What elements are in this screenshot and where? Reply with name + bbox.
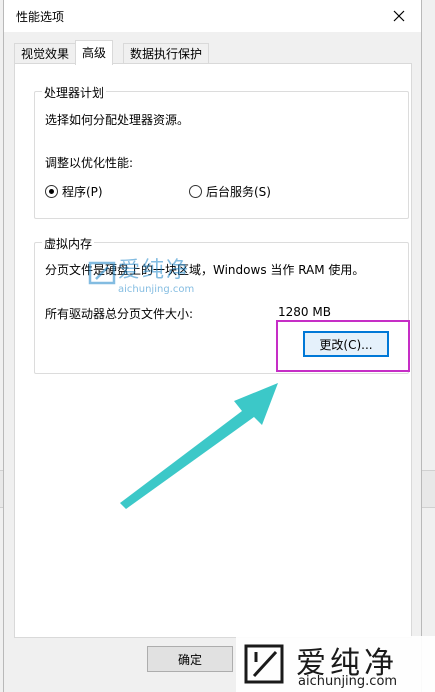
processor-description: 选择如何分配处理器资源。 bbox=[45, 113, 190, 127]
radio-label: 后台服务(S) bbox=[206, 185, 271, 199]
watermark-cn: 爱纯净 bbox=[118, 258, 191, 283]
processor-scheduling-group: 处理器计划 选择如何分配处理器资源。 调整以优化性能: 程序(P) 后台服务(S… bbox=[34, 84, 409, 219]
group-title: 处理器计划 bbox=[42, 84, 107, 101]
titlebar: 性能选项 bbox=[4, 0, 421, 32]
total-paging-label: 所有驱动器总分页文件大小: bbox=[45, 307, 194, 321]
tab-label: 高级 bbox=[82, 46, 107, 60]
watermark-corner: 爱纯净 aichunjing.com bbox=[236, 636, 435, 692]
watermark-logo-icon bbox=[244, 644, 284, 684]
ok-button[interactable]: 确定 bbox=[147, 646, 233, 672]
watermark-text-block: 爱纯净 aichunjing.com bbox=[118, 252, 194, 295]
close-button[interactable] bbox=[377, 0, 421, 32]
tab-label: 数据执行保护 bbox=[130, 47, 203, 61]
watermark-corner-url: aichunjing.com bbox=[298, 674, 398, 689]
radio-circle bbox=[189, 185, 202, 198]
adjust-label: 调整以优化性能: bbox=[45, 156, 134, 170]
radio-label: 程序(P) bbox=[62, 185, 103, 199]
radio-circle bbox=[45, 185, 58, 198]
highlight-box bbox=[276, 320, 410, 372]
total-paging-value: 1280 MB bbox=[278, 305, 331, 319]
tab-data-execution-prevention[interactable]: 数据执行保护 bbox=[123, 43, 210, 64]
group-title: 虚拟内存 bbox=[42, 235, 95, 252]
annotation-arrow bbox=[120, 383, 278, 509]
radio-background-services[interactable]: 后台服务(S) bbox=[189, 183, 271, 200]
close-icon bbox=[393, 10, 405, 22]
tab-label: 视觉效果 bbox=[21, 47, 70, 61]
tab-visual-effects[interactable]: 视觉效果 bbox=[14, 43, 77, 64]
button-label: 确定 bbox=[177, 652, 202, 667]
watermark-center: 爱纯净 aichunjing.com bbox=[88, 252, 194, 295]
dialog-title: 性能选项 bbox=[16, 10, 65, 24]
watermark-url: aichunjing.com bbox=[118, 284, 195, 295]
radio-dot bbox=[49, 189, 54, 194]
watermark-logo-icon bbox=[88, 261, 116, 284]
tab-advanced[interactable]: 高级 bbox=[75, 40, 114, 65]
radio-programs[interactable]: 程序(P) bbox=[45, 183, 103, 200]
